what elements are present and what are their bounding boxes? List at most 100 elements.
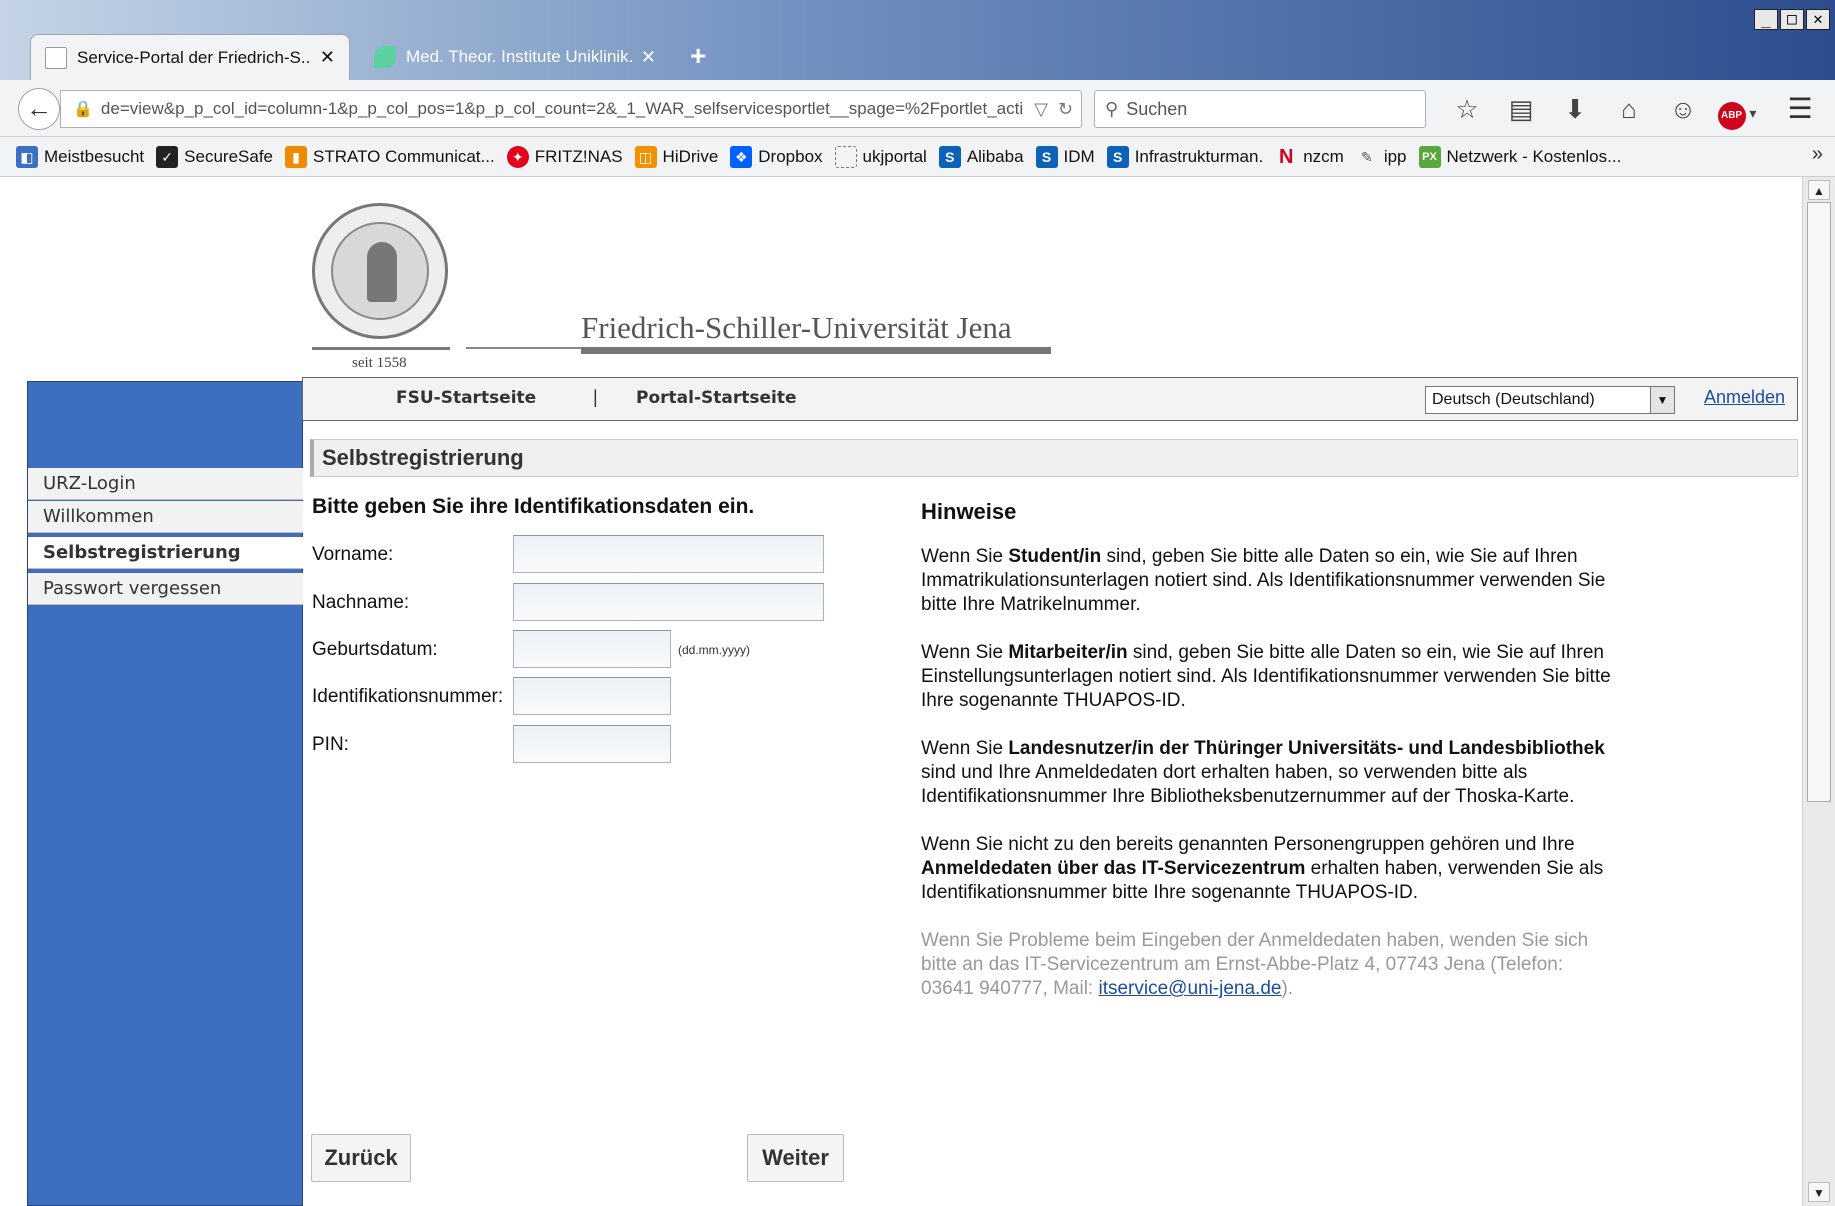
next-button[interactable]: Weiter [747,1134,844,1182]
bookmark-securesafe[interactable]: ✓ SecureSafe [156,145,273,168]
bookmark-label: FRITZ!NAS [534,146,623,166]
bookmark-ipp[interactable]: ✎ ipp [1356,146,1407,168]
strato-icon: ▮ [285,145,308,168]
tab-label: Service-Portal der Friedrich-S... [77,47,312,67]
sidebar: URZ-Login Willkommen Selbstregistrierung… [27,381,303,1206]
notes-panel: Hinweise Wenn Sie Student/in sind, geben… [921,497,1611,1025]
bookmark-nzcm[interactable]: Nnzcm [1275,146,1344,168]
back-arrow-icon: ← [26,93,52,123]
hidrive-icon: ◫ [634,145,657,168]
sidebar-item-willkommen[interactable]: Willkommen [28,501,303,533]
chevron-down-icon[interactable]: ▼ [1650,387,1674,413]
bookmark-idm[interactable]: S IDM [1035,145,1095,168]
search-icon: ⚲ [1105,98,1119,119]
vertical-scrollbar[interactable]: ▲ ▼ [1802,177,1835,1206]
idnumber-field[interactable] [513,677,671,715]
minimize-button[interactable]: _ [1754,9,1778,30]
url-bar[interactable]: 🔒 de=view&p_p_col_id=column-1&p_p_col_po… [60,90,1082,128]
firstname-label: Vorname: [312,544,394,565]
dropbox-icon: ❖ [730,145,753,168]
url-text[interactable]: de=view&p_p_col_id=column-1&p_p_col_pos=… [101,99,1024,119]
date-format-hint: (dd.mm.yyyy) [678,643,750,657]
bookmark-meistbesucht[interactable]: ◧ Meistbesucht [16,145,145,168]
pin-field[interactable] [513,725,671,763]
new-tab-button[interactable]: + [690,40,706,72]
bookmarks-overflow-icon[interactable]: » [1812,143,1823,166]
birthdate-label: Geburtsdatum: [312,639,438,660]
university-seal-logo [312,203,448,339]
bookmark-label: ipp [1383,146,1407,166]
note-bold: Mitarbeiter/in [1008,642,1128,663]
maximize-button[interactable]: □ [1780,9,1804,30]
dropdown-arrow-icon[interactable]: ▽ [1034,99,1048,120]
bookmark-infrastruktur[interactable]: S Infrastrukturman. [1106,145,1264,168]
reload-icon[interactable]: ↻ [1058,99,1073,120]
birthdate-field[interactable] [513,630,671,668]
note-library: Wenn Sie Landesnutzer/in der Thüringer U… [921,737,1611,809]
search-bar[interactable]: ⚲ Suchen [1094,90,1426,128]
tab-service-portal[interactable]: Service-Portal der Friedrich-S... ✕ [30,34,350,80]
note-text: Wenn Sie [921,738,1009,759]
bookmark-ukjportal[interactable]: ukjportal [834,145,927,168]
sidebar-item-urz-login[interactable]: URZ-Login [28,468,303,500]
bookmark-strato[interactable]: ▮ STRATO Communicat... [285,145,495,168]
chat-icon[interactable]: ☺ [1656,88,1710,130]
bookmark-fritznas[interactable]: ✦ FRITZ!NAS [506,145,623,168]
note-bold: Anmeldedaten über das IT-Servicezentrum [921,858,1306,879]
bookmark-alibaba[interactable]: S Alibaba [938,145,1024,168]
fsu-home-link[interactable]: FSU-Startseite [396,388,536,408]
close-tab-icon[interactable]: ✕ [641,47,656,68]
reading-list-icon[interactable]: ▤ [1494,88,1548,130]
firstname-field[interactable] [513,535,824,573]
note-other: Wenn Sie nicht zu den bereits genannten … [921,833,1611,905]
abp-label: ABP [1717,102,1746,130]
lastname-field[interactable] [513,583,824,621]
note-text: Wenn Sie [921,546,1009,567]
bookmark-label: STRATO Communicat... [313,146,495,166]
star-icon[interactable]: ☆ [1440,88,1494,130]
home-icon[interactable]: ⌂ [1602,88,1656,130]
note-text: Wenn Sie [921,642,1009,663]
tab-med-theor[interactable]: Med. Theor. Institute Uniklinik... ✕ [360,34,670,80]
founding-year: seit 1558 [352,355,407,371]
language-value: Deutsch (Deutschland) [1432,391,1595,408]
sidebar-item-selbstregistrierung[interactable]: Selbstregistrierung [28,537,303,569]
hamburger-menu-icon[interactable]: ☰ [1776,88,1824,130]
bookmark-label: Infrastrukturman. [1134,146,1264,166]
idnumber-label: Identifikationsnummer: [312,686,504,707]
note-text: Wenn Sie nicht zu den bereits genannten … [921,834,1575,855]
seal-inner-ring [331,222,429,320]
bookmark-hidrive[interactable]: ◫ HiDrive [634,145,718,168]
sidebar-item-passwort-vergessen[interactable]: Passwort vergessen [28,573,303,605]
search-placeholder: Suchen [1126,98,1188,119]
bookmark-netzwerk[interactable]: PX Netzwerk - Kostenlos... [1418,145,1621,168]
close-window-button[interactable]: ✕ [1806,9,1830,30]
back-button[interactable]: ← [18,88,60,130]
download-icon[interactable]: ⬇ [1548,88,1602,130]
page-title: Selbstregistrierung [310,439,1798,477]
login-link[interactable]: Anmelden [1704,387,1785,408]
sharepoint-icon: S [1106,145,1129,168]
bookmark-label: Dropbox [758,146,823,166]
securesafe-icon: ✓ [156,145,179,168]
scrollbar-thumb[interactable] [1807,202,1831,802]
note-bold: Student/in [1008,546,1102,567]
adblock-icon[interactable]: ABP ▾ [1710,88,1764,130]
scroll-down-icon[interactable]: ▼ [1808,1182,1830,1202]
header-bar [581,347,1051,354]
tab-label: Med. Theor. Institute Uniklinik... [406,47,633,66]
form-intro: Bitte geben Sie ihre Identifikationsdate… [312,495,755,518]
support-email-link[interactable]: itservice@uni-jena.de [1098,978,1281,999]
sharepoint-icon: S [1035,145,1058,168]
bookmark-dropbox[interactable]: ❖ Dropbox [730,145,823,168]
back-button-form[interactable]: Zurück [311,1134,411,1182]
seal-underline [312,347,450,350]
bookmark-label: IDM [1063,146,1095,166]
language-select[interactable]: Deutsch (Deutschland) ▼ [1425,386,1675,414]
close-tab-icon[interactable]: ✕ [320,47,335,68]
scroll-up-icon[interactable]: ▲ [1808,180,1830,200]
lastname-label: Nachname: [312,592,410,613]
portal-home-link[interactable]: Portal-Startseite [636,388,797,408]
bookmark-label: Meistbesucht [44,146,145,166]
navigation-toolbar: 🔒 de=view&p_p_col_id=column-1&p_p_col_po… [0,80,1835,137]
